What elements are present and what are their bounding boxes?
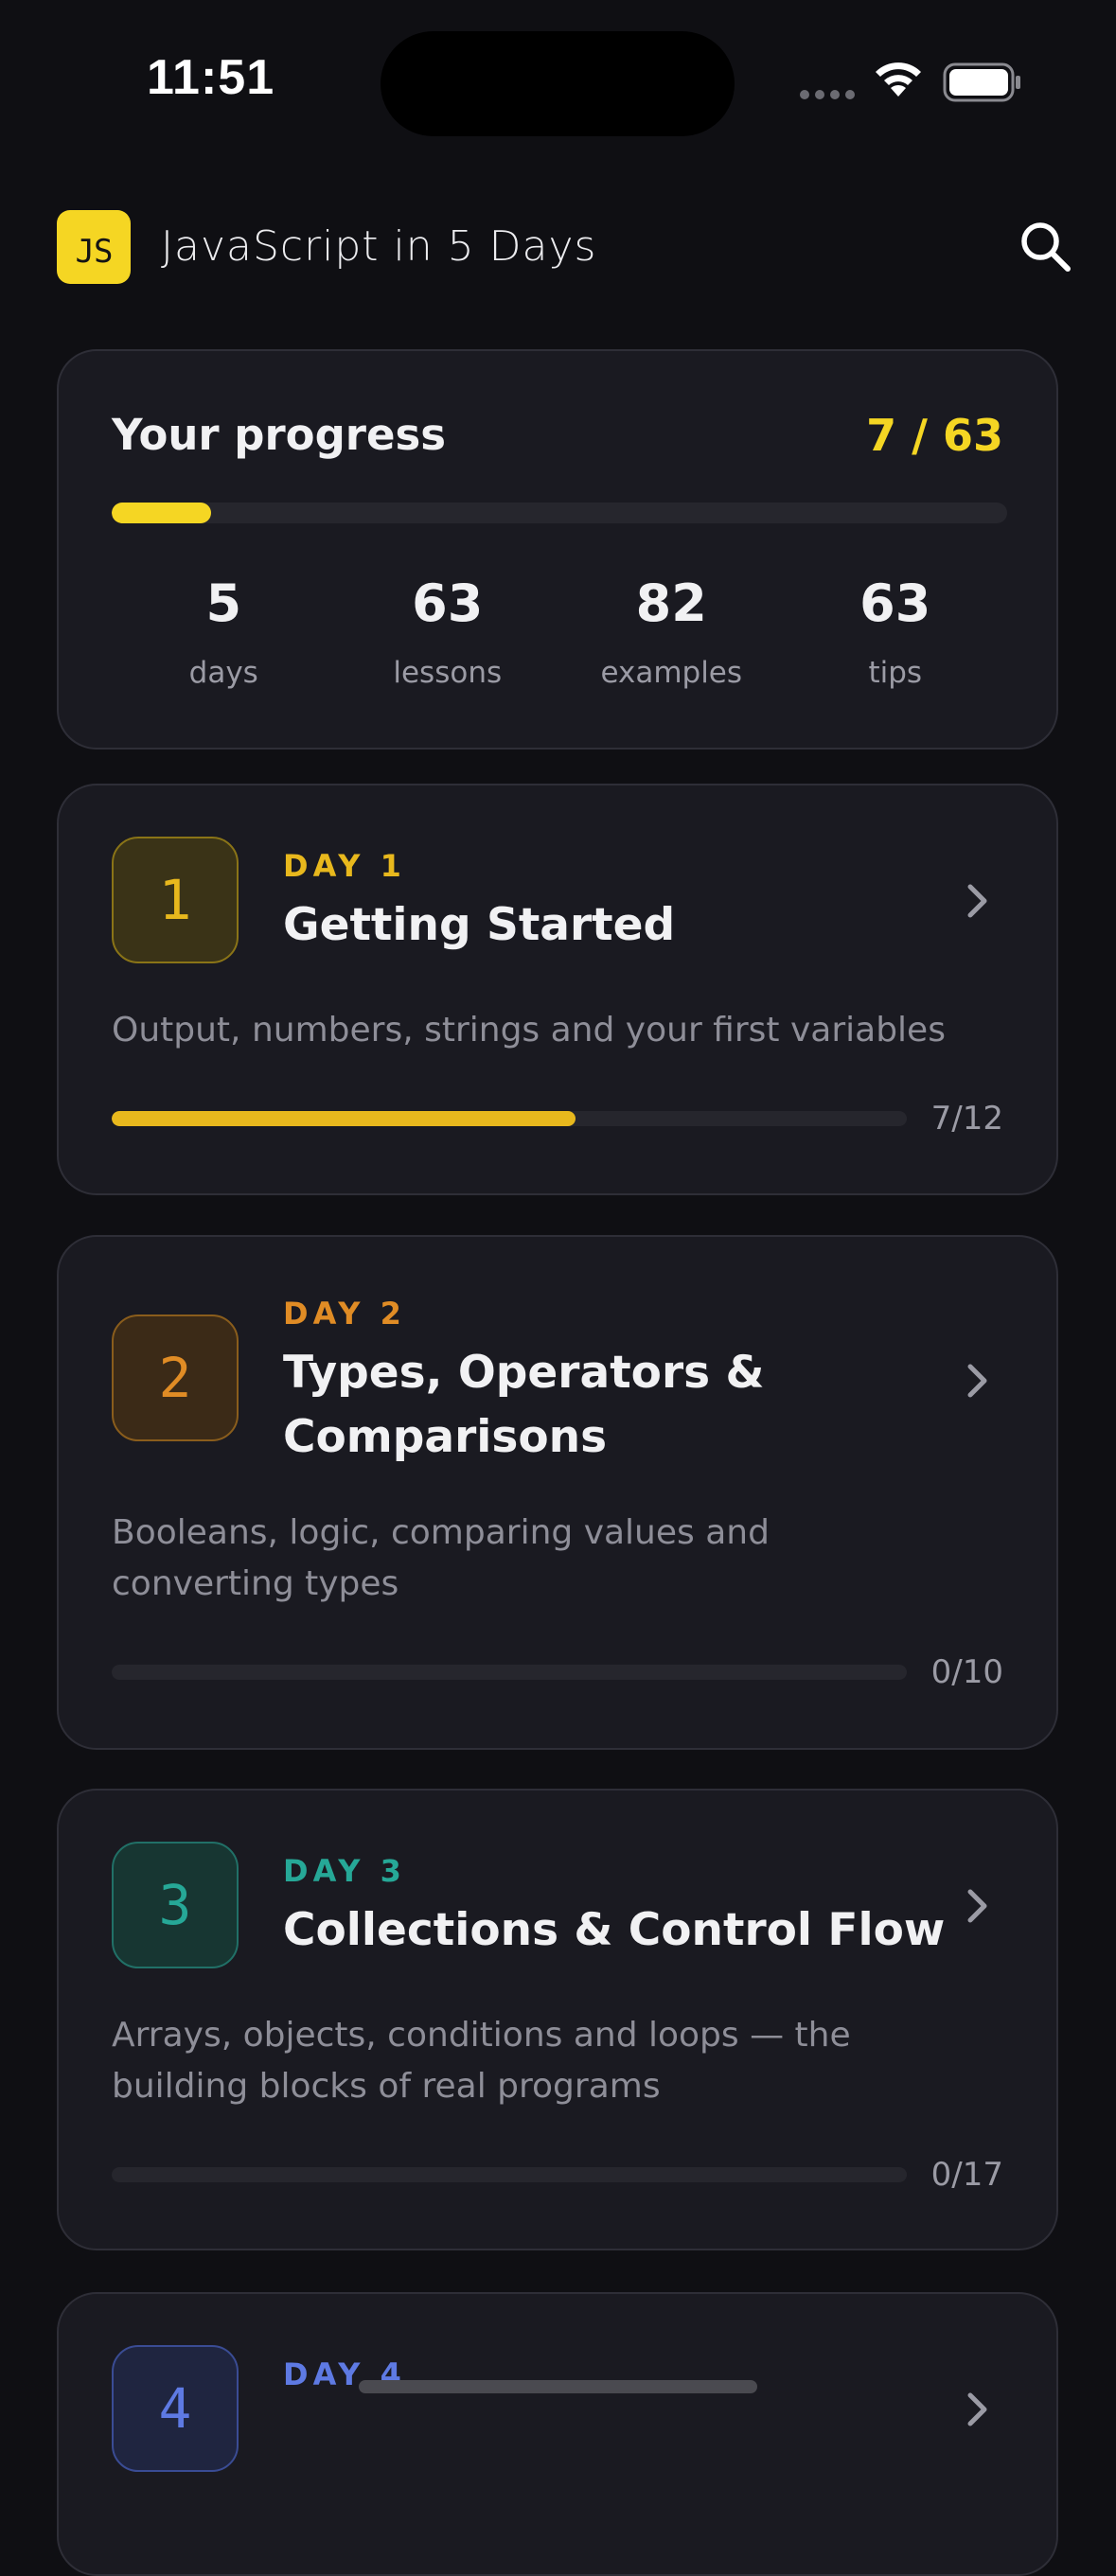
stat-tips: 63 tips (784, 573, 1008, 691)
stat-value: 82 (635, 573, 707, 633)
app-title: JavaScript in 5 Days (161, 222, 597, 271)
day-number-badge: 3 (112, 1842, 239, 1968)
wifi-icon (876, 62, 921, 97)
stat-examples: 82 examples (559, 573, 784, 691)
stat-label: examples (600, 656, 743, 690)
day-description: Booleans, logic, comparing values and co… (112, 1513, 770, 1603)
home-indicator (359, 2380, 757, 2393)
chevron-right-icon (967, 884, 987, 918)
chevron-right-icon (967, 2392, 987, 2426)
day-card-4[interactable]: 4 DAY 4 (57, 2292, 1058, 2576)
stat-label: days (188, 656, 258, 690)
progress-title: Your progress (112, 410, 447, 460)
day-progress-fill (112, 1111, 576, 1126)
search-icon[interactable] (1019, 220, 1073, 274)
day-label: DAY 2 (283, 1296, 406, 1332)
day-description: Output, numbers, strings and your first … (112, 1011, 946, 1050)
day-lesson-count: 7/12 (930, 1100, 1003, 1138)
stat-days: 5 days (112, 573, 336, 691)
app-logo-text: JS (75, 233, 114, 271)
cellular-signal-icon (800, 90, 855, 99)
day-progress-bar (112, 2167, 907, 2182)
app-logo: JS (57, 210, 131, 284)
status-time: 11:51 (147, 50, 275, 105)
day-number-badge: 1 (112, 837, 239, 963)
day-lesson-count: 0/17 (930, 2156, 1003, 2194)
day-title: Getting Started (283, 899, 676, 951)
stat-value: 5 (205, 573, 242, 633)
stat-value: 63 (412, 573, 484, 633)
day-card-2[interactable]: 2 DAY 2 Types, Operators & Comparisons B… (57, 1235, 1058, 1750)
day-title: Types, Operators & Comparisons (283, 1347, 765, 1463)
day-number-badge: 2 (112, 1314, 239, 1441)
day-card-3[interactable]: 3 DAY 3 Collections & Control Flow Array… (57, 1789, 1058, 2250)
day-number-badge: 4 (112, 2345, 239, 2472)
overall-progress-bar (112, 503, 1007, 523)
stats-row: 5 days 63 lessons 82 examples 63 tips (112, 573, 1008, 691)
day-card-1[interactable]: 1 DAY 1 Getting Started Output, numbers,… (57, 784, 1058, 1195)
dynamic-island (381, 31, 735, 136)
day-label: DAY 1 (283, 848, 406, 884)
day-label: DAY 3 (283, 1853, 406, 1889)
overall-progress-fill (112, 503, 211, 523)
day-lesson-count: 0/10 (930, 1653, 1003, 1691)
stat-value: 63 (859, 573, 931, 633)
stat-lessons: 63 lessons (336, 573, 560, 691)
chevron-right-icon (967, 1364, 987, 1398)
day-description: Arrays, objects, conditions and loops — … (112, 2016, 851, 2106)
day-title: Collections & Control Flow (283, 1904, 946, 1956)
chevron-right-icon (967, 1889, 987, 1923)
day-progress-bar (112, 1111, 907, 1126)
stat-label: lessons (393, 656, 503, 690)
progress-count: 7 / 63 (866, 410, 1003, 461)
progress-card: Your progress 7 / 63 5 days 63 lessons 8… (57, 349, 1058, 750)
stat-label: tips (868, 656, 923, 690)
day-progress-bar (112, 1665, 907, 1680)
battery-icon (943, 62, 1020, 102)
